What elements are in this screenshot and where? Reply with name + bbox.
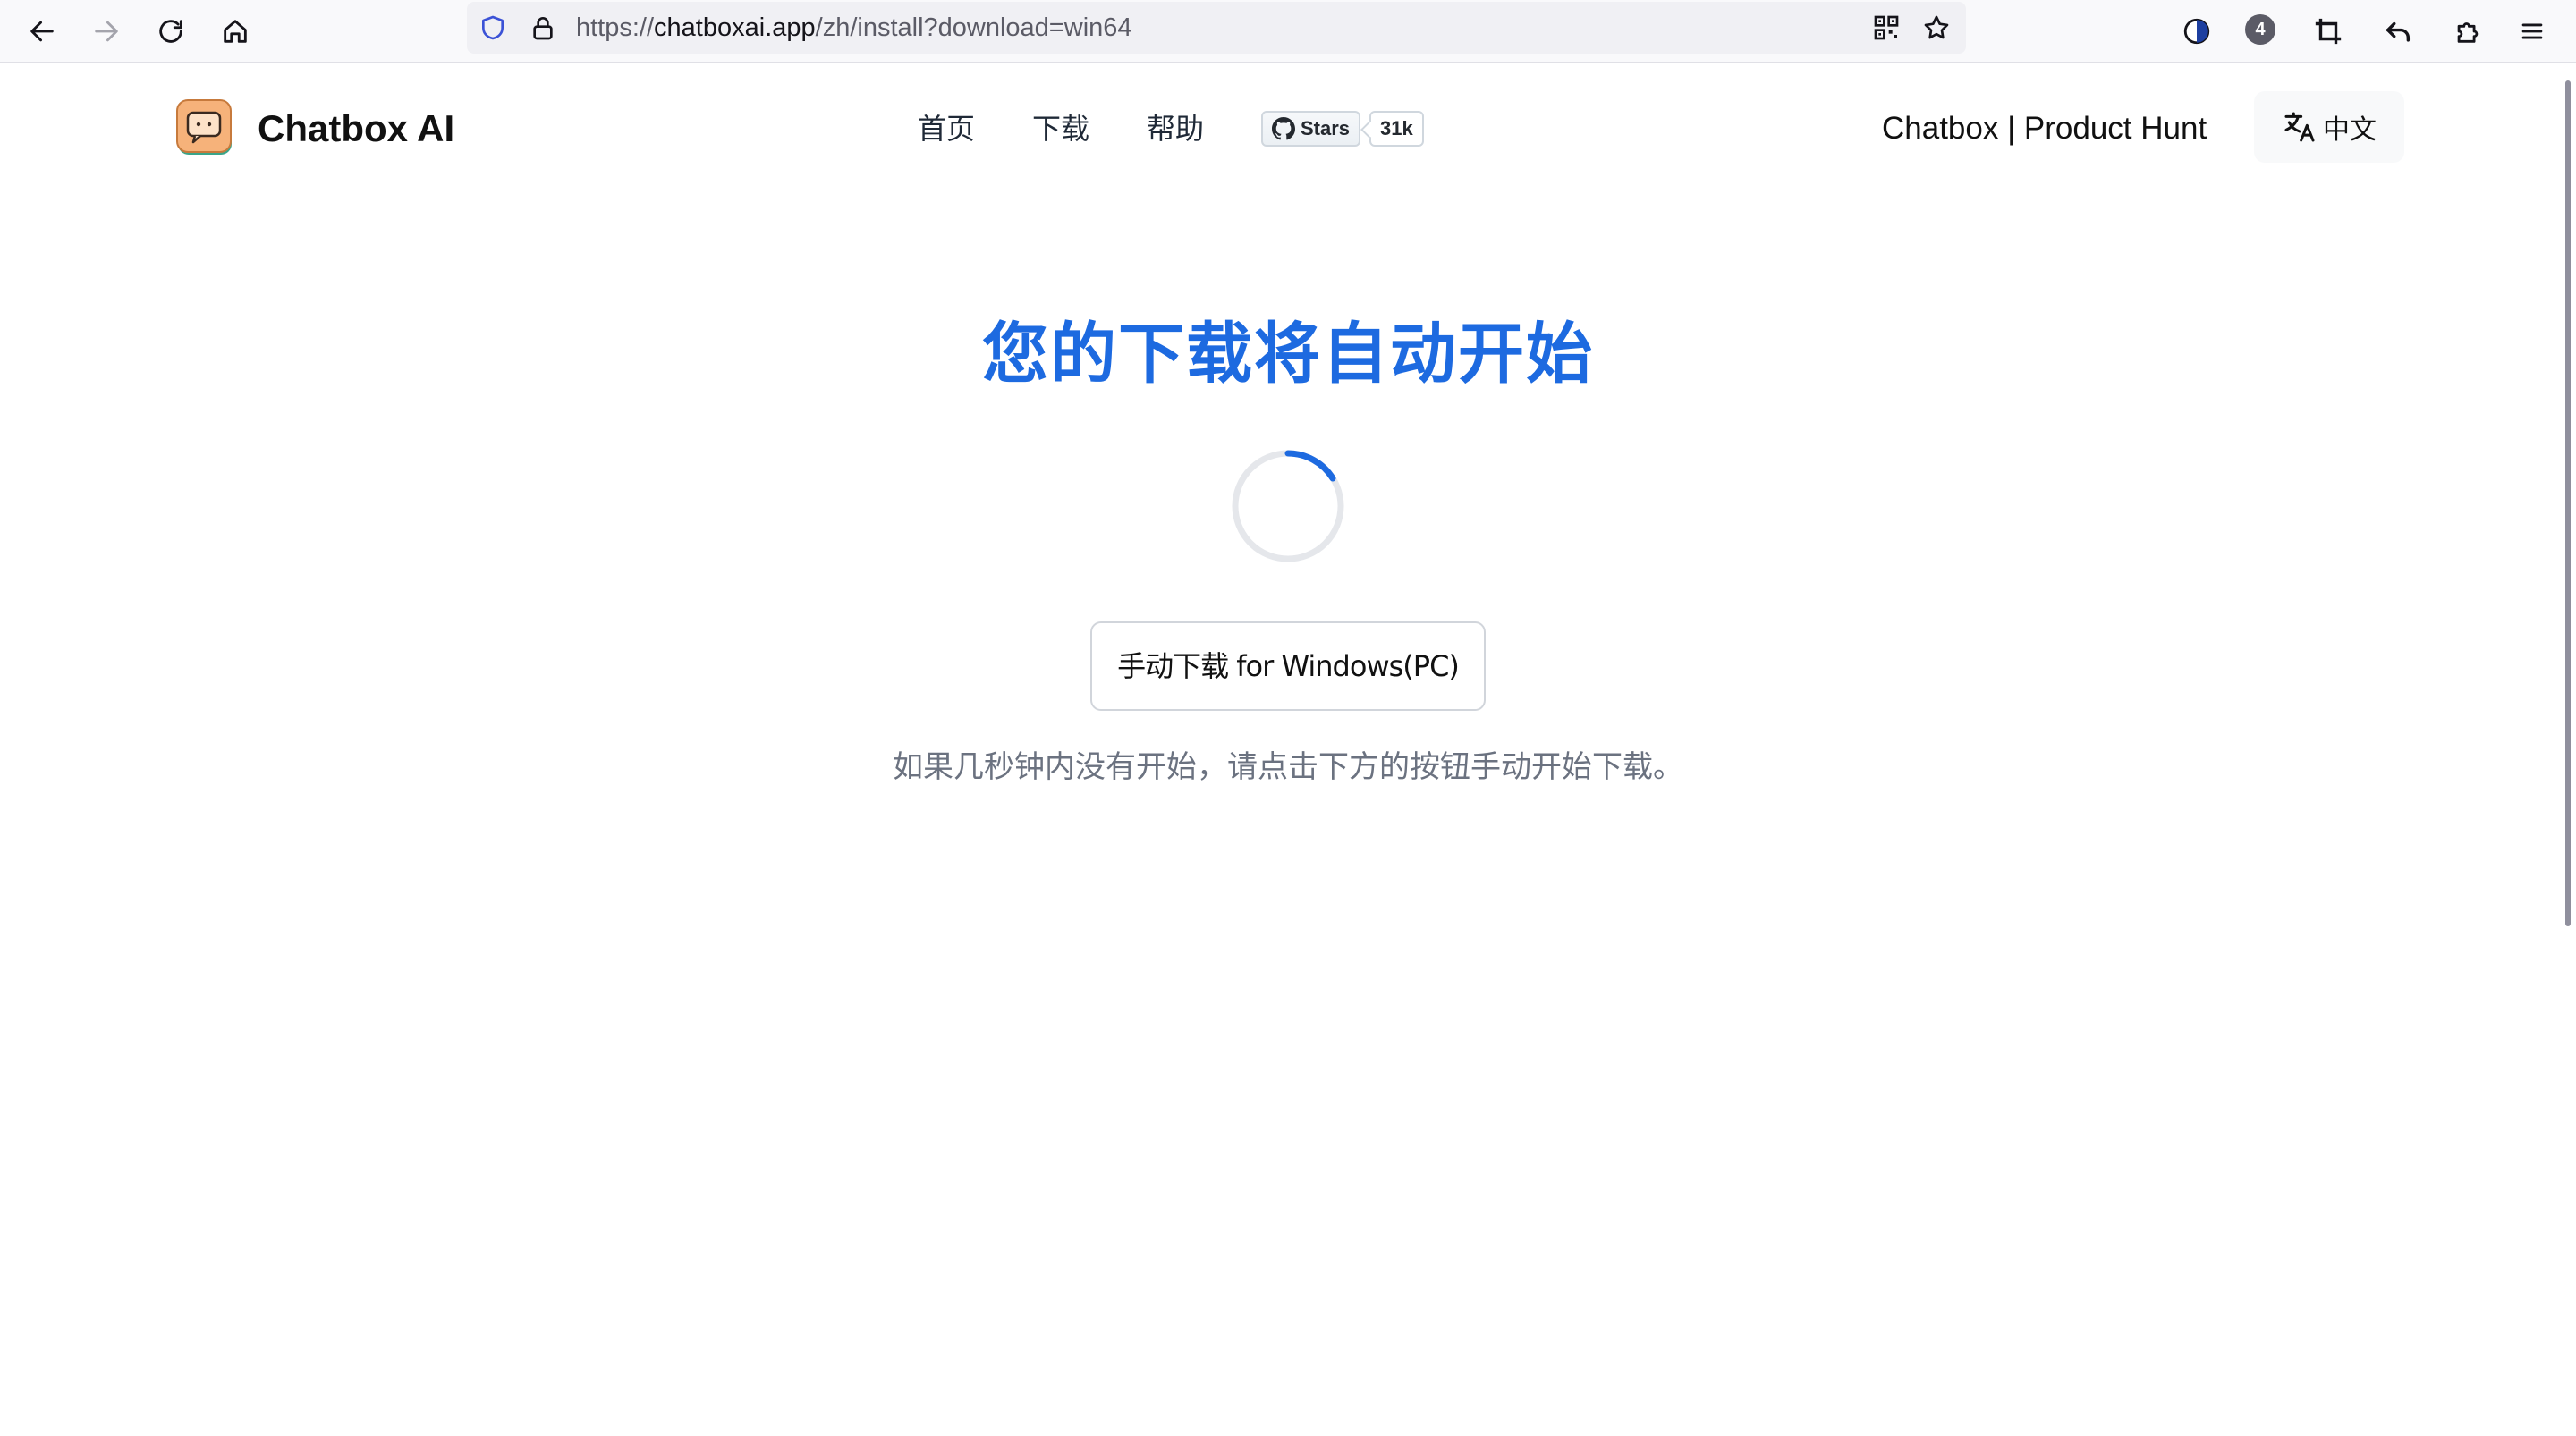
url-text[interactable]: https://chatboxai.app/zh/install?downloa… xyxy=(576,2,1132,54)
download-hint: 如果几秒钟内没有开始，请点击下方的按钮手动开始下载。 xyxy=(893,749,1683,785)
github-icon xyxy=(1272,117,1295,140)
chatbox-logo[interactable] xyxy=(175,98,234,157)
github-stars-count[interactable]: 31k xyxy=(1369,111,1424,147)
reload-icon xyxy=(159,20,182,43)
crop-button[interactable] xyxy=(2304,7,2352,55)
loading-spinner-icon xyxy=(1232,450,1344,562)
browser-toolbar: https://chatboxai.app/zh/install?downloa… xyxy=(0,0,2576,63)
github-stars-widget[interactable]: Stars 31k xyxy=(1261,111,1424,147)
nav-download[interactable]: 下载 xyxy=(1032,106,1089,152)
manual-download-button[interactable]: 手动下载 for Windows(PC) xyxy=(1090,621,1486,711)
url-bar[interactable]: https://chatboxai.app/zh/install?downloa… xyxy=(467,2,1966,54)
undo-icon xyxy=(2385,21,2411,42)
home-icon xyxy=(224,20,247,43)
lock-icon[interactable] xyxy=(528,13,558,43)
nav-help[interactable]: 帮助 xyxy=(1147,106,1204,152)
crop-icon xyxy=(2315,18,2342,45)
github-stars-button[interactable]: Stars xyxy=(1261,111,1361,147)
language-switcher[interactable]: 中文 xyxy=(2254,91,2404,163)
home-button[interactable] xyxy=(211,7,259,55)
back-button[interactable] xyxy=(18,7,66,55)
extensions-button[interactable] xyxy=(2444,7,2492,55)
shield-icon[interactable] xyxy=(478,13,508,43)
arrow-left-icon xyxy=(30,21,54,42)
nav-home[interactable]: 首页 xyxy=(918,106,975,152)
qr-code-icon[interactable] xyxy=(1871,13,1902,43)
page-title: 您的下载将自动开始 xyxy=(982,316,1594,393)
star-icon[interactable] xyxy=(1921,13,1952,43)
scrollbar-thumb[interactable] xyxy=(2565,80,2571,926)
translate-icon xyxy=(2284,112,2315,142)
dark-reader-button[interactable] xyxy=(2173,7,2221,55)
language-label: 中文 xyxy=(2323,114,2377,146)
extension-badge[interactable]: 4 xyxy=(2245,14,2275,45)
hamburger-icon xyxy=(2521,23,2543,39)
puzzle-icon xyxy=(2457,22,2479,43)
reload-button[interactable] xyxy=(147,7,195,55)
forward-button[interactable] xyxy=(82,7,131,55)
undo-button[interactable] xyxy=(2374,7,2422,55)
menu-button[interactable] xyxy=(2508,7,2556,55)
half-moon-icon xyxy=(2183,18,2210,45)
github-stars-label: Stars xyxy=(1301,117,1351,139)
product-hunt-link[interactable]: Chatbox | Product Hunt xyxy=(1882,106,2207,152)
brand-name[interactable]: Chatbox AI xyxy=(258,102,454,156)
arrow-right-icon xyxy=(95,21,118,42)
